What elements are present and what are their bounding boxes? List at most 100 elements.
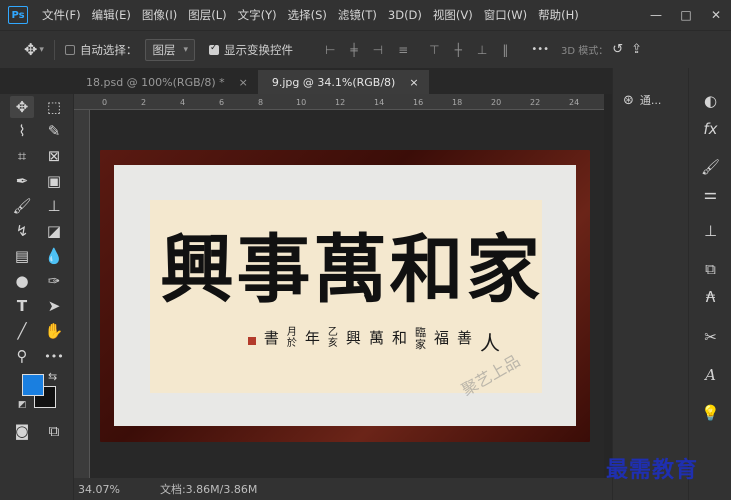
move-tool-icon[interactable]: ✥	[10, 96, 34, 118]
close-button[interactable]: ✕	[701, 8, 731, 22]
tab-9-jpg[interactable]: 9.jpg @ 34.1%(RGB/8) ×	[257, 70, 429, 94]
dodge-tool-icon[interactable]: ●	[10, 270, 34, 292]
eraser-tool-icon[interactable]: ◪	[42, 220, 66, 242]
menu-layer[interactable]: 图层(L)	[188, 7, 226, 23]
inscription-char: 萬	[368, 329, 384, 347]
calligraphy-char: 和	[389, 226, 464, 313]
inscription-char: 和	[391, 329, 407, 347]
move-tool-icon: ✥	[24, 40, 38, 59]
marquee-tool-icon[interactable]: ⬚	[42, 96, 66, 118]
styles-icon[interactable]: fx	[689, 118, 731, 140]
screen-mode-icon[interactable]: ⧉	[42, 420, 66, 442]
align-center-icon[interactable]: ╪	[350, 43, 357, 57]
swap-colors-icon[interactable]: ⇆	[48, 370, 57, 383]
menu-select[interactable]: 选择(S)	[288, 7, 327, 23]
ruler-tick: 12	[335, 98, 346, 107]
hand-tool-icon[interactable]: ✋	[42, 320, 66, 342]
menu-file[interactable]: 文件(F)	[42, 7, 81, 23]
adjustments-icon[interactable]: ◐	[689, 90, 731, 112]
menu-edit[interactable]: 编辑(E)	[92, 7, 131, 23]
patch-tool-icon[interactable]: ▣	[42, 170, 66, 192]
seal-stamp	[247, 337, 256, 345]
ruler-tick: 2	[141, 98, 147, 107]
menu-window[interactable]: 窗口(W)	[484, 7, 527, 23]
learn-icon[interactable]: 💡	[689, 402, 731, 424]
close-tab-icon[interactable]: ×	[409, 76, 418, 89]
clone-source-icon[interactable]: ⊥	[689, 220, 731, 242]
document-size: 文档:3.86M/3.86M	[159, 483, 258, 496]
auto-select-checkbox[interactable]	[64, 44, 75, 55]
calligraphy-char: 萬	[313, 226, 387, 313]
history-brush-tool-icon[interactable]: ↯	[10, 220, 34, 242]
foreground-color-swatch[interactable]	[22, 374, 44, 396]
distribute-vertical-icon[interactable]: ‖	[502, 43, 508, 57]
lasso-tool-icon[interactable]: ⌇	[10, 120, 34, 142]
tools-panel: ✥ ⬚ ⌇ ✎ ⌗ ⊠ ✒ ▣ 🖌 ⊥ ↯ ◪ ▤ 💧 ● ✑ T ➤ ╱ ✋ …	[0, 94, 74, 500]
channels-panel-tab[interactable]: ⊛ 通...	[623, 92, 661, 108]
window-controls: — □ ✕	[641, 0, 731, 30]
ruler-tick: 0	[102, 98, 108, 107]
path-select-tool-icon[interactable]: ➤	[42, 295, 66, 317]
tab-18-psd[interactable]: 18.psd @ 100%(RGB/8) * ×	[72, 70, 258, 94]
zoom-level[interactable]: 34.07%	[78, 483, 120, 496]
gradient-tool-icon[interactable]: ▤	[10, 245, 34, 267]
brush-tool-icon[interactable]: 🖌	[10, 195, 34, 217]
channels-icon: ⊛	[623, 92, 634, 108]
align-right-icon[interactable]: ⊣	[373, 43, 383, 57]
character-styles-icon[interactable]: ₳	[689, 286, 731, 308]
zoom-tool-icon[interactable]: ⚲	[10, 345, 34, 367]
line-tool-icon[interactable]: ╱	[10, 320, 34, 342]
quick-select-tool-icon[interactable]: ✎	[42, 120, 66, 142]
inscription-column: 乙 亥	[328, 327, 338, 349]
tab-label: 18.psd @ 100%(RGB/8) *	[86, 75, 225, 89]
crop-tool-icon[interactable]: ⌗	[10, 145, 34, 167]
menu-filter[interactable]: 滤镜(T)	[338, 7, 377, 23]
layer-select-value: 图层	[152, 42, 176, 57]
align-bottom-icon[interactable]: ⊥	[477, 43, 487, 57]
align-left-icon[interactable]: ⊢	[325, 43, 335, 57]
align-middle-icon[interactable]: ┼	[455, 43, 462, 57]
character-icon[interactable]: A	[689, 364, 731, 386]
close-tab-icon[interactable]: ×	[239, 76, 248, 89]
menu-type[interactable]: 文字(Y)	[238, 7, 277, 23]
calligraphy-main-text: 家 和 萬 事 興	[160, 213, 540, 313]
inscription-char: 年	[304, 329, 320, 347]
vertical-ruler	[74, 110, 90, 478]
rotate-3d-icon[interactable]: ↺	[612, 42, 623, 57]
paths-icon[interactable]: ✂	[689, 326, 731, 348]
layer-select-dropdown[interactable]: 图层 ▾	[145, 38, 195, 61]
menu-image[interactable]: 图像(I)	[142, 7, 177, 23]
default-colors-icon[interactable]: ◩	[18, 400, 27, 410]
frame-tool-icon[interactable]: ⊠	[42, 145, 66, 167]
quick-mask-icon[interactable]: ◙	[10, 420, 34, 442]
layer-comps-icon[interactable]: ⧉	[689, 258, 731, 280]
show-transform-checkbox[interactable]	[208, 43, 219, 55]
brush-settings-icon[interactable]: ⚌	[689, 183, 731, 205]
brushes-icon[interactable]: 🖌	[689, 156, 731, 178]
show-transform-label: 显示变换控件	[223, 42, 293, 57]
inscription-column: 臨 家	[415, 327, 426, 351]
share-icon[interactable]: ⇪	[631, 42, 642, 57]
stamp-tool-icon[interactable]: ⊥	[42, 195, 66, 217]
menu-help[interactable]: 帮助(H)	[538, 7, 579, 23]
3d-mode-label: 3D 模式：	[561, 46, 609, 57]
chevron-down-icon[interactable]: ▾	[39, 45, 44, 55]
inscription-char: 福	[433, 329, 449, 347]
blur-tool-icon[interactable]: 💧	[42, 245, 66, 267]
horizontal-ruler: 0 2 4 6 8 10 12 14 16 18 20 22 24	[74, 94, 604, 110]
ruler-tick: 8	[258, 98, 264, 107]
more-tools-icon[interactable]: •••	[42, 345, 66, 367]
distribute-icon[interactable]: ≡	[398, 43, 408, 57]
calligraphy-char: 事	[236, 226, 311, 313]
restore-button[interactable]: □	[671, 8, 701, 22]
minimize-button[interactable]: —	[641, 8, 671, 22]
inscription-char: 書	[263, 329, 279, 347]
eyedropper-tool-icon[interactable]: ✒	[10, 170, 34, 192]
menu-3d[interactable]: 3D(D)	[388, 8, 422, 22]
align-top-icon[interactable]: ⊤	[429, 43, 439, 57]
tab-label: 9.jpg @ 34.1%(RGB/8)	[271, 75, 396, 89]
type-tool-icon[interactable]: T	[10, 295, 34, 317]
more-options-button[interactable]: •••	[531, 44, 549, 55]
pen-tool-icon[interactable]: ✑	[42, 270, 66, 292]
menu-view[interactable]: 视图(V)	[433, 7, 473, 23]
